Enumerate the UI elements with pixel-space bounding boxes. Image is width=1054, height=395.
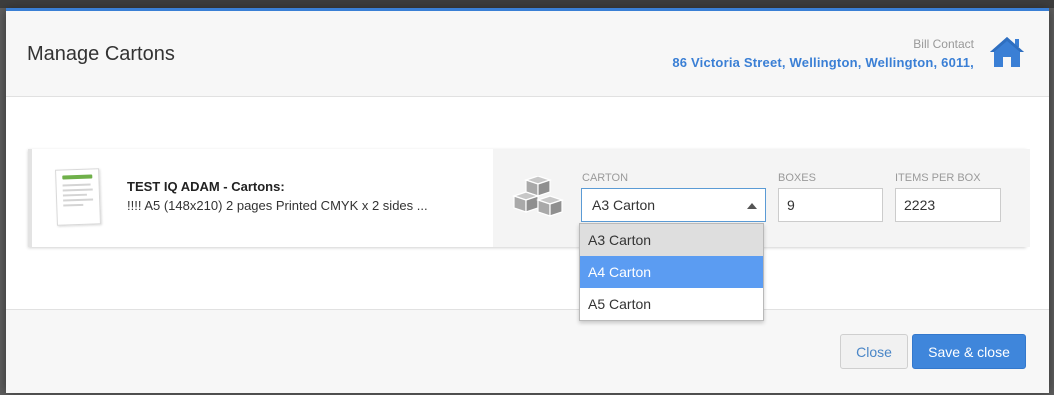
close-button[interactable]: Close [840, 334, 908, 369]
bill-contact-label: Bill Contact [913, 37, 974, 51]
modal-body: TEST IQ ADAM - Cartons: !!!! A5 (148x210… [6, 97, 1049, 309]
carton-label: CARTON [582, 172, 629, 184]
carton-row: TEST IQ ADAM - Cartons: !!!! A5 (148x210… [28, 149, 1030, 247]
product-thumbnail [55, 168, 101, 226]
boxes-label: BOXES [778, 172, 816, 184]
modal-header: Manage Cartons Bill Contact 86 Victoria … [6, 11, 1049, 97]
modal-footer: Close Save & close [6, 309, 1049, 393]
modal-title: Manage Cartons [27, 43, 175, 65]
product-description: !!!! A5 (148x210) 2 pages Printed CMYK x… [127, 198, 428, 213]
bill-contact-address[interactable]: 86 Victoria Street, Wellington, Wellingt… [672, 55, 974, 70]
product-info: TEST IQ ADAM - Cartons: !!!! A5 (148x210… [32, 149, 493, 247]
carton-option-a3[interactable]: A3 Carton [580, 224, 763, 256]
boxes-icon [512, 176, 564, 217]
carton-option-a4[interactable]: A4 Carton [580, 256, 763, 288]
carton-dropdown-list: A3 Carton A4 Carton A5 Carton [579, 223, 764, 321]
carton-select-value: A3 Carton [592, 197, 656, 213]
items-per-box-label: ITEMS PER BOX [895, 172, 981, 184]
manage-cartons-modal: Manage Cartons Bill Contact 86 Victoria … [6, 8, 1049, 393]
carton-select[interactable]: A3 Carton [581, 188, 766, 222]
background-top-bar [0, 0, 1054, 8]
save-and-close-button[interactable]: Save & close [912, 334, 1026, 369]
product-title: TEST IQ ADAM - Cartons: [127, 179, 285, 194]
carton-option-a5[interactable]: A5 Carton [580, 288, 763, 320]
boxes-input[interactable]: 9 [778, 188, 883, 222]
home-icon[interactable] [988, 35, 1026, 69]
items-per-box-input[interactable]: 2223 [895, 188, 1001, 222]
dropdown-arrow-icon [747, 203, 757, 209]
